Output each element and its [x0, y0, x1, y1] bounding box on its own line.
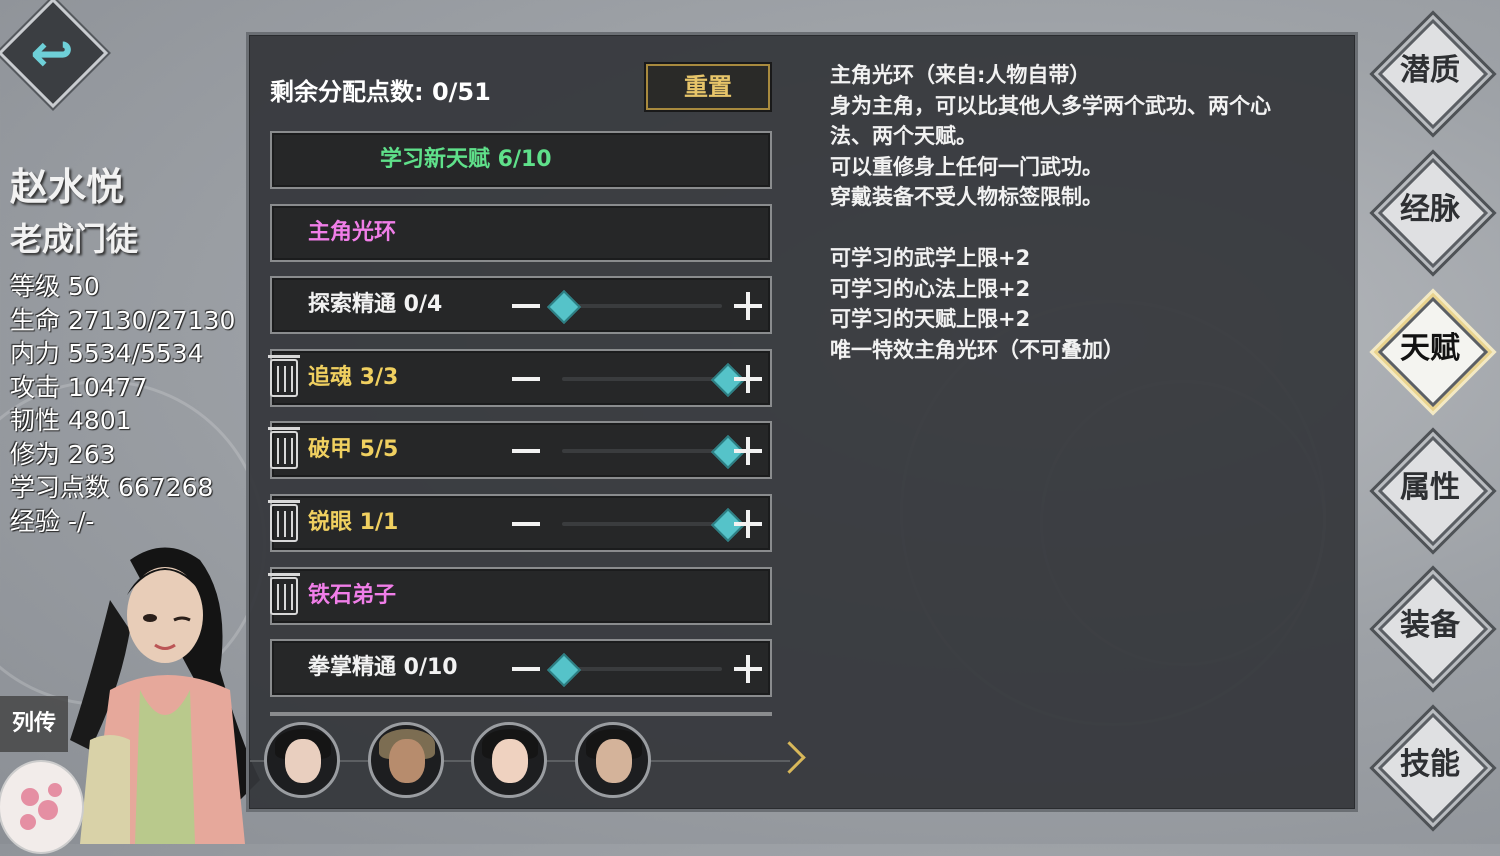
level-slider-track[interactable]	[562, 449, 722, 453]
description-line: 唯一特效主角光环（不可叠加）	[830, 337, 1124, 362]
description-line: 主角光环（来自:人物自带）	[830, 63, 1091, 87]
talent-label: 铁石弟子	[308, 583, 397, 608]
talent-description: 主角光环（来自:人物自带） 身为主角，可以比其他人多学两个武功、两个心 法、两个…	[830, 60, 1340, 365]
trash-icon[interactable]	[268, 573, 300, 615]
nav-label: 属性	[1400, 470, 1460, 505]
description-line: 法、两个天赋。	[830, 124, 977, 148]
description-line: 可学习的心法上限+2	[830, 276, 1031, 301]
level-slider-knob[interactable]	[547, 290, 581, 324]
character-name: 赵水悦	[10, 165, 125, 209]
stat-hp: 生命 27130/27130	[10, 305, 236, 335]
trash-icon[interactable]	[268, 355, 300, 397]
nav-equipment[interactable]: 装备	[1377, 573, 1489, 685]
talent-row-zhuihun[interactable]: 追魂 3/3	[268, 349, 772, 407]
character-portrait	[70, 547, 260, 844]
biography-button[interactable]: 列传	[0, 696, 68, 752]
nav-label: 经脉	[1400, 192, 1460, 227]
stat-toughness: 韧性 4801	[10, 406, 132, 435]
list-scroll-edge	[270, 712, 772, 716]
stat-level: 等级 50	[10, 272, 100, 301]
stat-mp: 内力 5534/5534	[10, 339, 204, 368]
increase-button[interactable]	[734, 655, 762, 683]
nav-label: 天赋	[1400, 331, 1460, 366]
level-slider-track[interactable]	[562, 304, 722, 308]
level-slider-track[interactable]	[562, 522, 722, 526]
learn-new-talent-label: 学习新天赋 6/10	[380, 147, 552, 172]
flower-plate-icon	[0, 760, 84, 854]
talent-label: 探索精通 0/4	[308, 292, 443, 317]
talent-label: 破甲 5/5	[308, 437, 399, 462]
character-stats: 等级 50 生命 27130/27130 内力 5534/5534 攻击 104…	[10, 270, 235, 538]
talent-label: 锐眼 1/1	[308, 510, 399, 535]
remaining-points-label: 剩余分配点数: 0/51	[270, 78, 491, 106]
description-line: 可学习的武学上限+2	[830, 246, 1031, 270]
increase-button[interactable]	[734, 510, 762, 538]
party-avatar-1[interactable]	[264, 722, 340, 798]
character-title: 老成门徒	[10, 220, 139, 258]
party-avatar-4[interactable]	[575, 722, 651, 798]
level-slider-track[interactable]	[562, 377, 722, 381]
talent-label: 追魂 3/3	[308, 365, 399, 390]
decrease-button[interactable]	[512, 377, 540, 381]
party-avatar-2[interactable]	[368, 722, 444, 798]
talent-row-tieshi[interactable]: 铁石弟子	[268, 567, 772, 625]
talent-label: 拳掌精通 0/10	[308, 655, 458, 680]
talent-row-pojia[interactable]: 破甲 5/5	[268, 421, 772, 479]
decrease-button[interactable]	[512, 667, 540, 671]
description-line: 穿戴装备不受人物标签限制。	[830, 185, 1103, 209]
talent-label: 主角光环	[308, 220, 397, 245]
increase-button[interactable]	[734, 292, 762, 320]
stat-learning-points: 学习点数 667268	[10, 473, 214, 502]
description-line: 可以重修身上任何一门武功。	[830, 154, 1103, 179]
stat-attack: 攻击 10477	[10, 372, 148, 402]
decrease-button[interactable]	[512, 449, 540, 453]
increase-button[interactable]	[734, 437, 762, 465]
nav-meridians[interactable]: 经脉	[1377, 157, 1489, 269]
nav-attributes[interactable]: 属性	[1377, 435, 1489, 547]
nav-skills[interactable]: 技能	[1377, 712, 1489, 824]
description-line: 身为主角，可以比其他人多学两个武功、两个心	[830, 93, 1271, 118]
talent-row-ruiyan[interactable]: 锐眼 1/1	[268, 494, 772, 552]
stat-cultivation: 修为 263	[10, 439, 116, 469]
talent-row-fist-mastery[interactable]: 拳掌精通 0/10	[270, 639, 772, 697]
nav-label: 技能	[1400, 747, 1460, 782]
trash-icon[interactable]	[268, 500, 300, 542]
decrease-button[interactable]	[512, 304, 540, 308]
trash-icon[interactable]	[268, 427, 300, 469]
description-line	[830, 213, 1340, 244]
level-slider-knob[interactable]	[547, 653, 581, 687]
party-avatar-3[interactable]	[471, 722, 547, 798]
stat-experience: 经验 -/-	[10, 506, 95, 536]
reset-button[interactable]: 重置	[646, 64, 770, 110]
talent-row-main-aura[interactable]: 主角光环	[270, 204, 772, 262]
increase-button[interactable]	[734, 365, 762, 393]
nav-label: 潜质	[1400, 53, 1460, 88]
level-slider-track[interactable]	[562, 667, 722, 671]
nav-talents[interactable]: 天赋	[1377, 296, 1489, 408]
decrease-button[interactable]	[512, 522, 540, 526]
talent-row-exploration[interactable]: 探索精通 0/4	[270, 276, 772, 334]
learn-new-talent-button[interactable]: 学习新天赋 6/10	[270, 131, 772, 189]
description-line: 可学习的天赋上限+2	[830, 307, 1031, 331]
nav-label: 装备	[1400, 608, 1460, 643]
back-arrow-icon: ↩	[30, 24, 74, 84]
nav-potential[interactable]: 潜质	[1377, 18, 1489, 130]
